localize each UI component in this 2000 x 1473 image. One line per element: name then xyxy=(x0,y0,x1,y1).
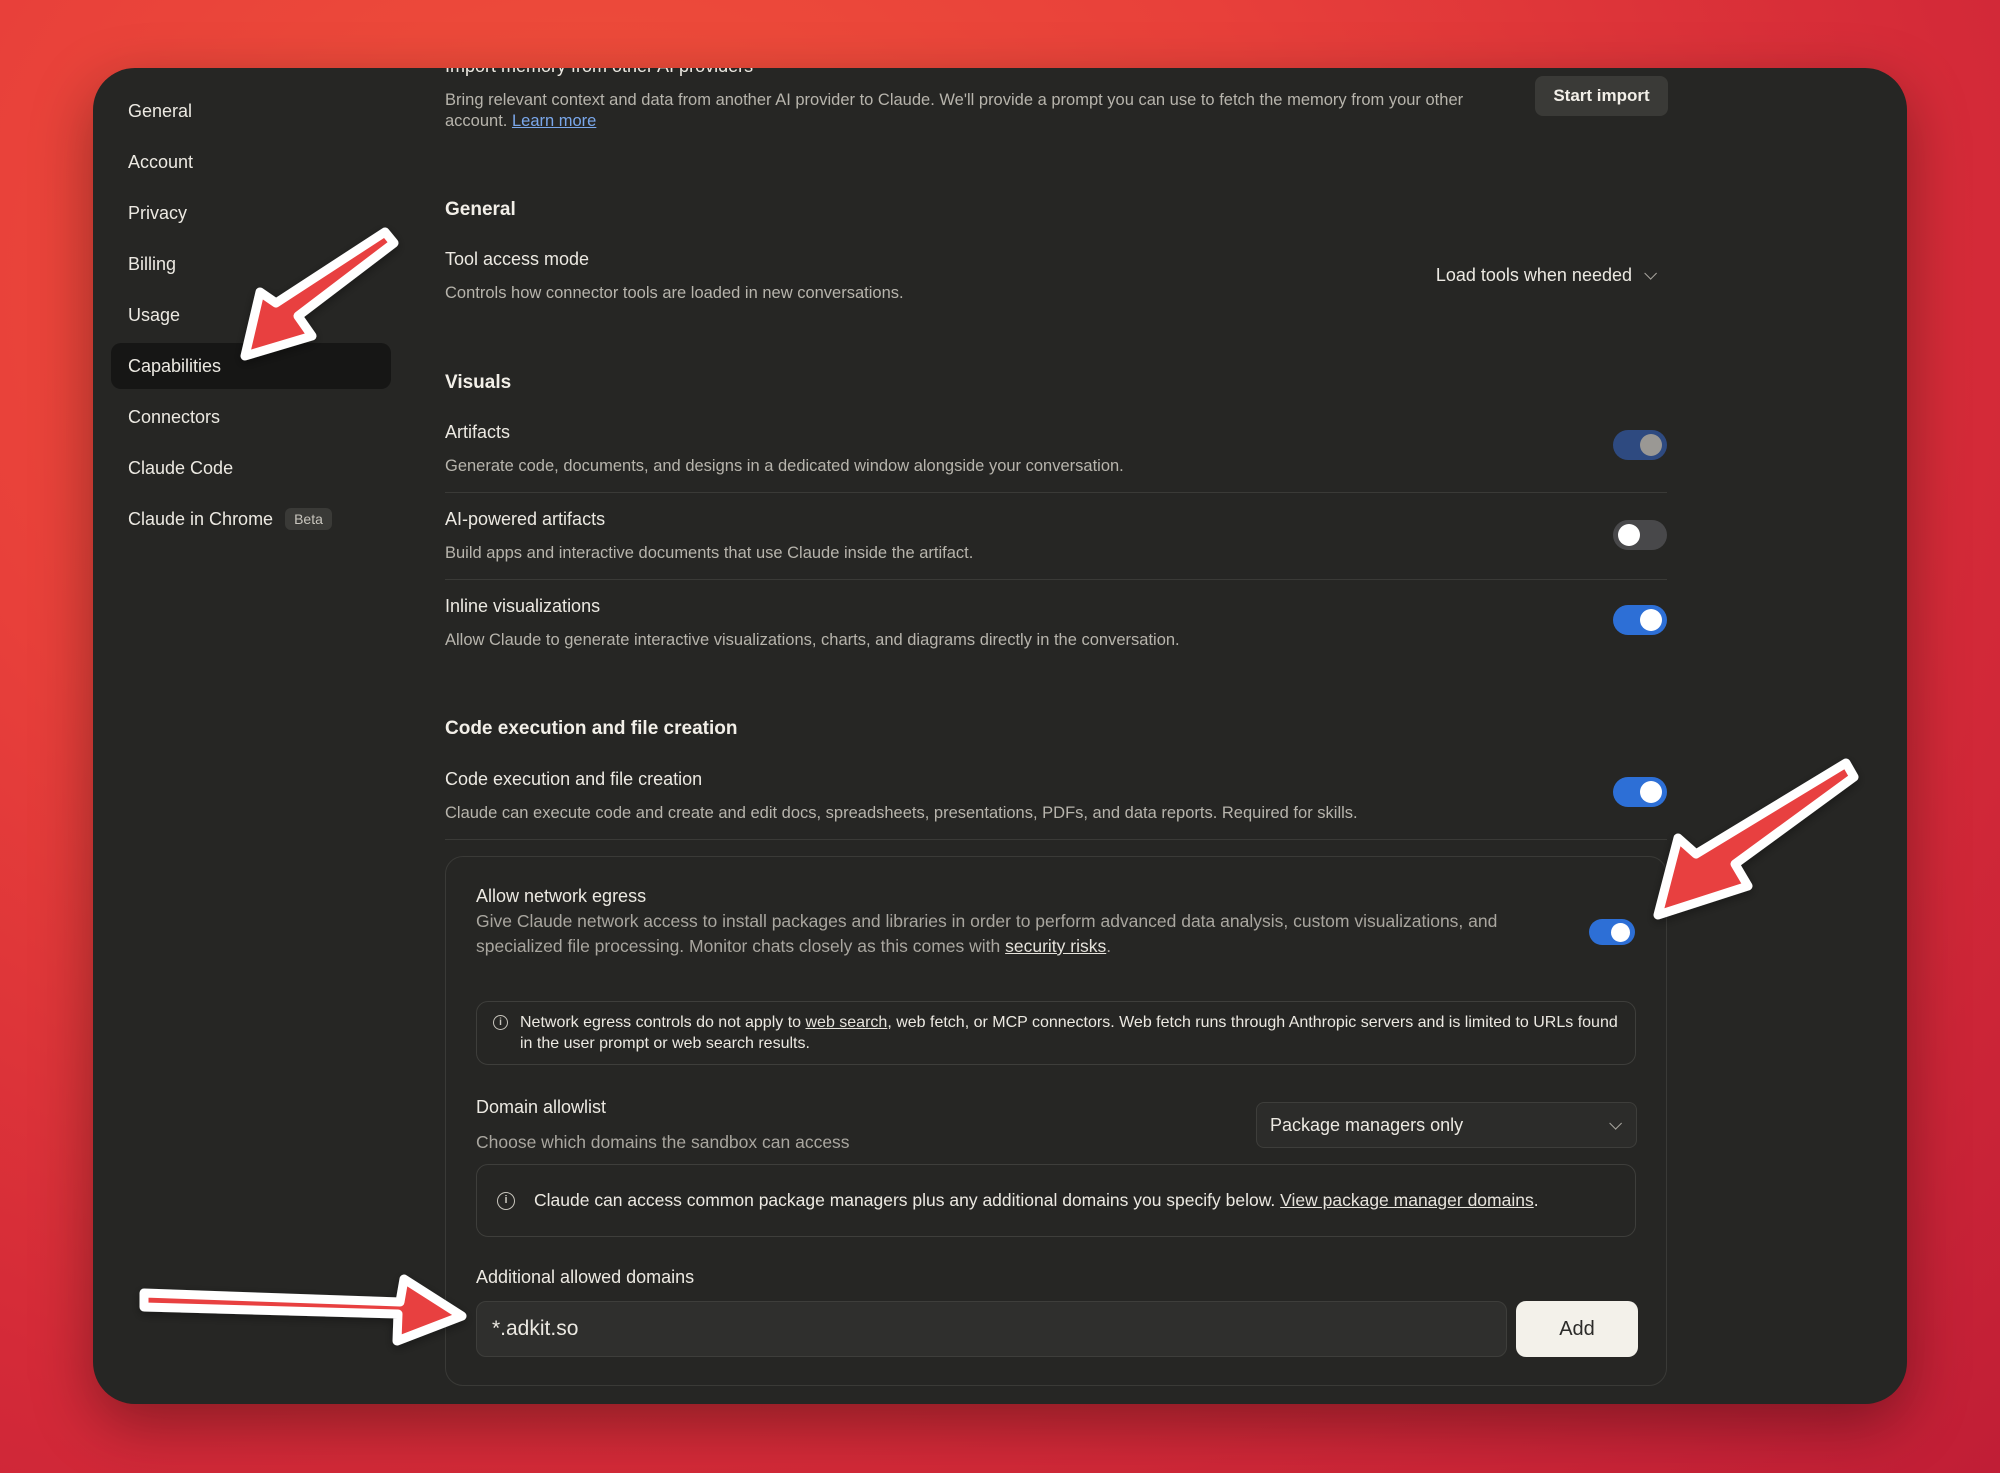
tool-access-description: Controls how connector tools are loaded … xyxy=(445,284,904,302)
domain-input[interactable] xyxy=(476,1301,1507,1357)
web-search-link[interactable]: web search xyxy=(805,1014,887,1031)
info-icon: i xyxy=(497,1191,515,1210)
toggle-knob xyxy=(1611,922,1630,942)
sidebar-item-general[interactable]: General xyxy=(111,88,391,134)
sidebar-item-label: Billing xyxy=(128,253,177,274)
sidebar-item-label: Privacy xyxy=(128,202,188,223)
view-package-domains-link[interactable]: View package manager domains xyxy=(1280,1190,1534,1210)
sidebar-item-label: Account xyxy=(128,151,194,172)
ai-artifacts-description: Build apps and interactive documents tha… xyxy=(445,544,974,562)
sidebar-item-label: Usage xyxy=(128,304,181,325)
divider xyxy=(445,579,1667,580)
tool-access-title: Tool access mode xyxy=(445,249,590,269)
inline-viz-toggle[interactable] xyxy=(1613,605,1667,635)
allowlist-title: Domain allowlist xyxy=(476,1097,607,1117)
toggle-knob xyxy=(1640,609,1662,631)
settings-sidebar: General Account Privacy Billing Usage Ca… xyxy=(111,88,391,547)
package-manager-note: i Claude can access common package manag… xyxy=(476,1164,1636,1237)
inline-viz-title: Inline visualizations xyxy=(445,596,601,616)
code-exec-description: Claude can execute code and create and e… xyxy=(445,804,1358,822)
ai-artifacts-toggle[interactable] xyxy=(1613,520,1667,550)
tool-access-select[interactable]: Load tools when needed xyxy=(1436,265,1667,286)
sidebar-item-label: Claude Code xyxy=(128,457,234,478)
chevron-down-icon xyxy=(1609,1116,1622,1130)
egress-title: Allow network egress xyxy=(476,886,647,906)
start-import-button[interactable]: Start import xyxy=(1535,76,1668,116)
egress-info-note: i Network egress controls do not apply t… xyxy=(476,1001,1636,1065)
sidebar-item-claude-in-chrome[interactable]: Claude in Chrome Beta xyxy=(111,496,391,542)
code-exec-heading: Code execution and file creation xyxy=(445,718,738,739)
sidebar-item-account[interactable]: Account xyxy=(111,139,391,185)
allowlist-select[interactable]: Package managers only xyxy=(1256,1102,1637,1148)
sidebar-item-connectors[interactable]: Connectors xyxy=(111,394,391,440)
additional-domains-title: Additional allowed domains xyxy=(476,1267,695,1287)
inline-viz-description: Allow Claude to generate interactive vis… xyxy=(445,631,1180,649)
sidebar-item-billing[interactable]: Billing xyxy=(111,241,391,287)
sidebar-item-usage[interactable]: Usage xyxy=(111,292,391,338)
divider xyxy=(445,492,1667,493)
sidebar-item-capabilities[interactable]: Capabilities xyxy=(111,343,391,389)
sidebar-item-privacy[interactable]: Privacy xyxy=(111,190,391,236)
artifacts-title: Artifacts xyxy=(445,422,511,442)
import-memory-description: Bring relevant context and data from ano… xyxy=(445,91,1464,130)
security-risks-link[interactable]: security risks xyxy=(1005,936,1106,956)
divider xyxy=(445,839,1667,840)
artifacts-description: Generate code, documents, and designs in… xyxy=(445,457,1124,475)
code-exec-toggle[interactable] xyxy=(1613,777,1667,807)
sidebar-item-label: Connectors xyxy=(128,406,221,427)
visuals-heading: Visuals xyxy=(445,372,512,393)
egress-description: Give Claude network access to install pa… xyxy=(476,911,1498,956)
settings-window: General Account Privacy Billing Usage Ca… xyxy=(93,68,1907,1404)
ai-artifacts-title: AI-powered artifacts xyxy=(445,509,606,529)
toggle-knob xyxy=(1618,524,1640,546)
general-heading: General xyxy=(445,199,516,220)
allowlist-description: Choose which domains the sandbox can acc… xyxy=(476,1132,850,1152)
chevron-down-icon xyxy=(1644,267,1657,280)
info-icon: i xyxy=(493,1015,508,1030)
network-egress-panel: Allow network egress Give Claude network… xyxy=(445,856,1667,1386)
import-memory-title: Import memory from other AI providers xyxy=(445,68,753,77)
add-domain-button[interactable]: Add xyxy=(1516,1301,1638,1357)
egress-toggle[interactable] xyxy=(1589,919,1635,945)
code-exec-title: Code execution and file creation xyxy=(445,769,703,789)
sidebar-item-claude-code[interactable]: Claude Code xyxy=(111,445,391,491)
learn-more-link[interactable]: Learn more xyxy=(512,112,596,130)
sidebar-item-label: Capabilities xyxy=(128,355,222,376)
toggle-knob xyxy=(1640,781,1662,803)
beta-badge: Beta xyxy=(285,508,332,530)
sidebar-item-label: Claude in Chrome xyxy=(128,508,274,529)
artifacts-toggle[interactable] xyxy=(1613,430,1667,460)
sidebar-item-label: General xyxy=(128,100,193,121)
toggle-knob xyxy=(1640,434,1662,456)
